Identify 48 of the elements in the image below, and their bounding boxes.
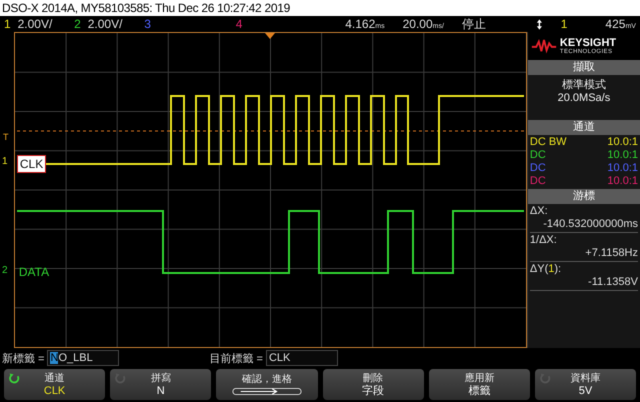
field-label: 新標籤 =	[2, 352, 44, 366]
slider-drawing	[232, 386, 302, 396]
edge-icon	[536, 18, 543, 30]
section-header: 擷取	[528, 60, 640, 75]
channel-scale: 2.00V/	[88, 17, 124, 31]
cursor-label: ΔX:	[530, 205, 549, 218]
section-header: 游標	[528, 189, 640, 204]
window-title: DSO-X 2014A, MY58103585: Thu Dec 26 10:27:42 2019	[0, 0, 640, 16]
probe-ratio: 10.0:1	[607, 149, 638, 162]
cursor-value: -140.532000000ms	[543, 218, 638, 231]
cursor-value: -11.1358V	[588, 276, 638, 289]
run-state: 停止	[462, 16, 486, 32]
coupling-text: DC	[530, 162, 546, 175]
channel-number[interactable]: 4	[236, 17, 250, 31]
trigger-position-icon	[264, 33, 275, 39]
cursor-label: ΔY(1):	[530, 263, 562, 276]
coupling-text: DC BW	[530, 136, 567, 149]
cursor-label: 1/ΔX:	[530, 234, 558, 247]
probe-ratio: 10.0:1	[607, 175, 638, 188]
channel-number[interactable]: 3	[144, 17, 158, 31]
section-header: 通道	[528, 120, 640, 135]
softkey-button[interactable]: 資料庫 5V	[534, 369, 636, 400]
new-label-field[interactable]: NO_LBL	[47, 350, 120, 366]
probe-ratio: 10.0:1	[607, 162, 638, 175]
trigger-source: 1	[560, 17, 568, 31]
acquisition-mode: 標準模式	[562, 78, 606, 92]
softkey-button[interactable]: 拼寫 N	[110, 369, 212, 400]
cursor-value: +7.1158Hz	[585, 247, 638, 260]
channel-scale: 2.00V/	[18, 17, 54, 31]
sample-rate: 20.0MSa/s	[558, 92, 610, 104]
channel-marker[interactable]: 2	[2, 265, 8, 276]
softkey-button[interactable]: 通道 CLK	[4, 369, 106, 400]
channel-number[interactable]: 1	[4, 17, 18, 31]
trace-label: CLK	[16, 155, 46, 173]
probe-ratio: 10.0:1	[607, 136, 638, 149]
softkey-button[interactable]: 確認，進格	[216, 369, 318, 400]
trigger-marker: T	[3, 132, 8, 142]
coupling-text: DC	[530, 175, 546, 188]
channel-marker[interactable]: 1	[2, 156, 8, 167]
channel-number[interactable]: 2	[74, 17, 88, 31]
wave-logo-icon	[530, 38, 557, 54]
current-label-field: CLK	[266, 350, 338, 366]
brand-name: KEYSIGHT	[560, 37, 616, 49]
softkey-button[interactable]: 刪除 字段	[322, 369, 424, 400]
coupling-text: DC	[530, 149, 546, 162]
softkey-button[interactable]: 應用新 標籤	[428, 369, 530, 400]
field-label: 目前標籤 =	[209, 352, 263, 366]
trace-label: DATA	[18, 264, 50, 280]
